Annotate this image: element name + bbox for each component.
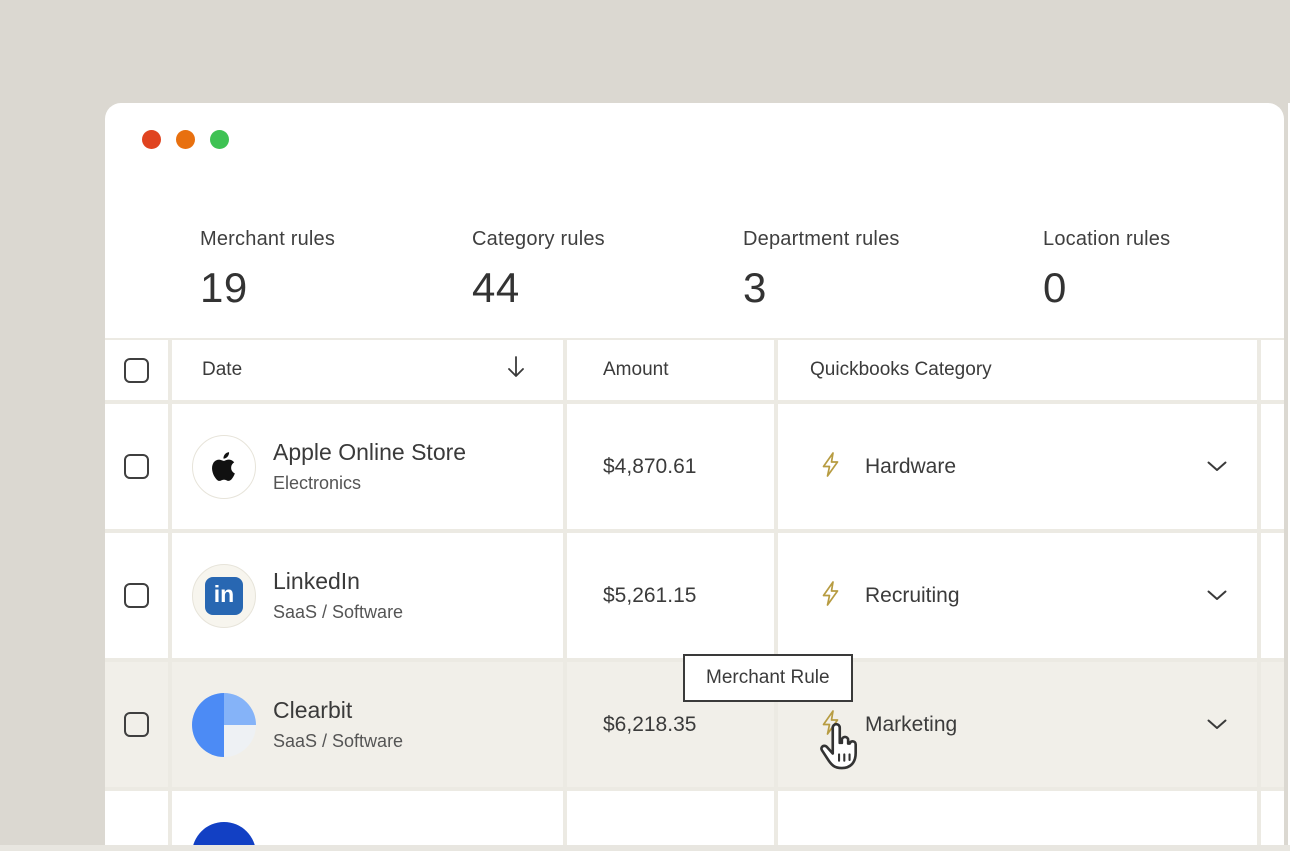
merchant-name: LinkedIn [273,568,403,595]
header-checkbox-cell [105,340,168,400]
select-all-checkbox[interactable] [124,358,149,383]
row-checkbox[interactable] [124,454,149,479]
stat-value: 3 [743,264,900,312]
amount-cell [567,791,774,845]
table-row: Apple Online Store Electronics $4,870.61… [105,404,1284,529]
transactions-table: Date Amount Quickbooks Category [105,338,1284,845]
stat-merchant-rules: Merchant rules 19 [200,228,335,312]
merchant-rule-bolt-icon[interactable] [818,451,843,483]
stat-label: Location rules [1043,228,1170,251]
stat-value: 44 [472,264,605,312]
amount-value: $5,261.15 [603,584,696,608]
app-window: Merchant rules 19 Category rules 44 Depa… [105,103,1284,845]
zoom-window-icon[interactable] [210,130,229,149]
amount-cell: $4,870.61 [567,404,774,529]
header-category-cell[interactable]: Quickbooks Category [778,340,1257,400]
close-window-icon[interactable] [142,130,161,149]
row-checkbox-cell [105,533,168,658]
page-bottom-strip [0,845,1290,851]
table-row: in LinkedIn SaaS / Software $5,261.15 Re… [105,533,1284,658]
category-value: Hardware [865,455,956,479]
apple-logo-icon [192,435,256,499]
stat-location-rules: Location rules 0 [1043,228,1170,312]
header-extra-cell [1261,340,1284,400]
linkedin-badge: in [205,577,243,615]
merchant-cell: Apple Online Store Electronics [172,404,563,529]
merchant-cell: Best Buy [172,791,563,845]
extra-cell [1261,662,1284,787]
header-date-cell[interactable]: Date [172,340,563,400]
extra-cell [1261,791,1284,845]
merchant-name: Apple Online Store [273,439,466,466]
stat-value: 19 [200,264,335,312]
stat-department-rules: Department rules 3 [743,228,900,312]
stat-label: Category rules [472,228,605,251]
amount-value: $6,218.35 [603,713,696,737]
table-row: Best Buy [105,791,1284,845]
date-column-label: Date [202,359,242,381]
merchant-info: Apple Online Store Electronics [273,439,466,494]
minimize-window-icon[interactable] [176,130,195,149]
stat-label: Merchant rules [200,228,335,251]
merchant-descriptor: SaaS / Software [273,731,403,752]
chevron-down-icon[interactable] [1207,719,1227,730]
stat-value: 0 [1043,264,1170,312]
extra-cell [1261,533,1284,658]
row-checkbox-cell [105,791,168,845]
row-checkbox[interactable] [124,583,149,608]
merchant-cell: in LinkedIn SaaS / Software [172,533,563,658]
category-dropdown[interactable]: Hardware [778,404,1257,529]
linkedin-logo-icon: in [192,564,256,628]
window-controls [142,130,229,149]
merchant-descriptor: SaaS / Software [273,602,403,623]
extra-cell [1261,404,1284,529]
row-checkbox[interactable] [124,712,149,737]
merchant-descriptor: Electronics [273,473,466,494]
merchant-cell: Clearbit SaaS / Software [172,662,563,787]
header-amount-cell[interactable]: Amount [567,340,774,400]
merchant-rule-bolt-icon[interactable] [818,580,843,612]
chevron-down-icon[interactable] [1207,461,1227,472]
row-checkbox-cell [105,404,168,529]
stat-category-rules: Category rules 44 [472,228,605,312]
amount-cell: $5,261.15 [567,533,774,658]
category-value: Marketing [865,713,957,737]
bestbuy-logo-icon [192,822,256,846]
hand-pointer-cursor-icon [817,721,859,776]
stat-label: Department rules [743,228,900,251]
category-column-label: Quickbooks Category [810,359,992,381]
row-checkbox-cell [105,662,168,787]
merchant-info: LinkedIn SaaS / Software [273,568,403,623]
amount-value: $4,870.61 [603,455,696,479]
amount-column-label: Amount [603,359,668,381]
category-value: Recruiting [865,584,960,608]
merchant-info: Clearbit SaaS / Software [273,697,403,752]
sort-descending-icon[interactable] [505,354,527,386]
chevron-down-icon[interactable] [1207,590,1227,601]
clearbit-logo-icon [192,693,256,757]
merchant-name: Clearbit [273,697,403,724]
table-header-row: Date Amount Quickbooks Category [105,340,1284,400]
merchant-rule-tooltip: Merchant Rule [683,654,853,702]
category-dropdown[interactable]: Recruiting [778,533,1257,658]
category-dropdown[interactable] [778,791,1257,845]
